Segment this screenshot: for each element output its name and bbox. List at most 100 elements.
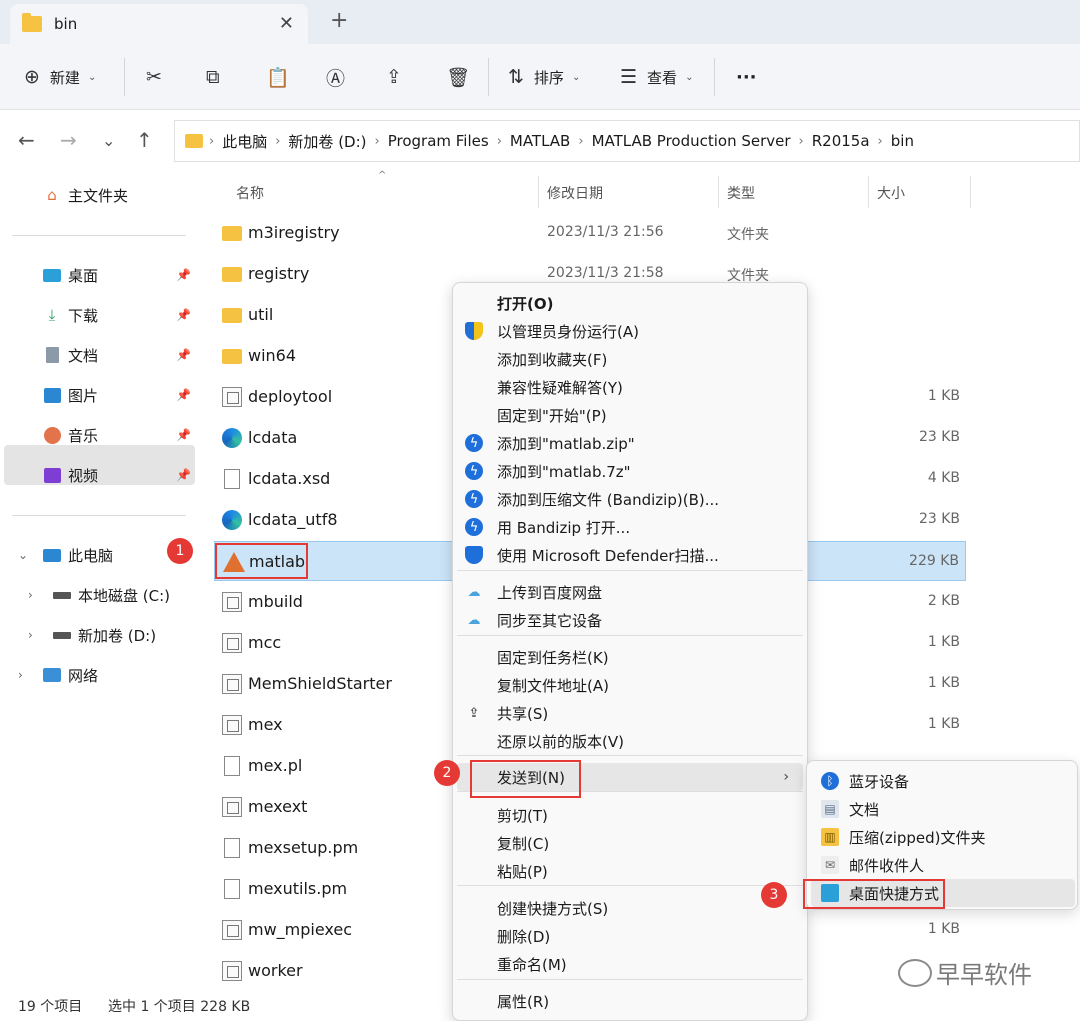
- new-label: 新建: [49, 68, 80, 87]
- tab-bin[interactable]: bin ✕: [10, 4, 308, 44]
- menu-item-label: 复制(C): [497, 834, 550, 853]
- view-button[interactable]: ☰ 查看 ⌄: [620, 60, 693, 94]
- breadcrumb-production-server[interactable]: MATLAB Production Server: [592, 132, 791, 150]
- menu-item[interactable]: ☁ 上传到百度网盘: [457, 578, 803, 606]
- folder-icon: [185, 134, 203, 148]
- address-bar[interactable]: › 此电脑 › 新加卷 (D:) › Program Files › MATLA…: [174, 120, 1080, 162]
- column-type[interactable]: 类型: [727, 183, 755, 203]
- sidebar-item-music[interactable]: 音乐: [42, 422, 98, 448]
- breadcrumb-drive-d[interactable]: 新加卷 (D:): [288, 131, 366, 152]
- script-icon: [222, 920, 242, 940]
- column-date[interactable]: 修改日期: [547, 183, 603, 203]
- sidebar-item-videos[interactable]: 视频: [42, 462, 98, 488]
- forward-button[interactable]: →: [60, 128, 77, 152]
- sidebar-item-desktop[interactable]: 桌面: [42, 262, 98, 288]
- file-name: registry: [248, 264, 310, 283]
- breadcrumb-bin[interactable]: bin: [891, 132, 914, 150]
- send-to-item[interactable]: ▤ 文档: [811, 795, 1075, 823]
- menu-item[interactable]: ϟ 添加到"matlab.zip": [457, 429, 803, 457]
- sidebar-item-network[interactable]: 网络: [42, 662, 98, 688]
- pin-icon[interactable]: 📌: [176, 308, 191, 322]
- column-size[interactable]: 大小: [877, 183, 905, 203]
- menu-item[interactable]: 还原以前的版本(V): [457, 727, 803, 755]
- breadcrumb-r2015a[interactable]: R2015a: [812, 132, 870, 150]
- menu-item[interactable]: ☁ 同步至其它设备: [457, 606, 803, 634]
- chevron-right-icon[interactable]: ›: [28, 628, 33, 642]
- pin-icon[interactable]: 📌: [176, 468, 191, 482]
- sidebar-item-this-pc[interactable]: 此电脑: [42, 542, 113, 568]
- menu-item[interactable]: 粘贴(P): [457, 857, 803, 885]
- script-icon: [222, 387, 242, 407]
- sidebar-item-drive-d[interactable]: 新加卷 (D:): [52, 622, 156, 648]
- menu-item[interactable]: 打开(O): [457, 289, 803, 317]
- menu-item[interactable]: 删除(D): [457, 922, 803, 950]
- menu-item[interactable]: 重命名(M): [457, 950, 803, 978]
- sort-button[interactable]: ⇅ 排序 ⌄: [508, 60, 580, 94]
- new-button[interactable]: ⊕ 新建 ⌄: [24, 60, 96, 94]
- scissors-icon: ✂: [146, 66, 162, 88]
- step-badge-3: 3: [761, 882, 787, 908]
- send-to-label: 蓝牙设备: [849, 772, 910, 791]
- sidebar-item-documents[interactable]: 文档: [42, 342, 98, 368]
- menu-item[interactable]: ϟ 用 Bandizip 打开...: [457, 513, 803, 541]
- file-row[interactable]: m3iregistry 2023/11/3 21:56 文件夹: [214, 213, 966, 253]
- menu-item[interactable]: 添加到收藏夹(F): [457, 345, 803, 373]
- column-name[interactable]: 名称: [236, 183, 264, 203]
- close-icon[interactable]: ✕: [279, 13, 294, 34]
- copy-button[interactable]: ⧉: [206, 60, 220, 94]
- pin-icon[interactable]: 📌: [176, 388, 191, 402]
- menu-item[interactable]: 复制(C): [457, 829, 803, 857]
- sidebar-item-home[interactable]: ⌂ 主文件夹: [42, 182, 128, 208]
- menu-item[interactable]: ϟ 添加到压缩文件 (Bandizip)(B)...: [457, 485, 803, 513]
- delete-button[interactable]: 🗑: [446, 60, 470, 94]
- pin-icon[interactable]: 📌: [176, 348, 191, 362]
- pin-icon[interactable]: 📌: [176, 428, 191, 442]
- chevron-right-icon[interactable]: ›: [28, 588, 33, 602]
- clipboard-icon: 📋: [266, 66, 290, 89]
- menu-item[interactable]: 复制文件地址(A): [457, 671, 803, 699]
- menu-item[interactable]: 使用 Microsoft Defender扫描...: [457, 541, 803, 569]
- cut-button[interactable]: ✂: [146, 60, 162, 94]
- new-tab-button[interactable]: +: [330, 8, 348, 33]
- up-button[interactable]: ↑: [136, 128, 153, 152]
- menu-item[interactable]: ⇪ 共享(S): [457, 699, 803, 727]
- network-icon: [42, 666, 62, 684]
- folder-icon: [222, 308, 242, 323]
- menu-item[interactable]: 属性(R): [457, 987, 803, 1015]
- chevron-down-icon[interactable]: ⌄: [18, 548, 28, 562]
- menu-item-label: 上传到百度网盘: [497, 583, 603, 602]
- breadcrumb-this-pc[interactable]: 此电脑: [222, 131, 267, 152]
- rename-button[interactable]: Ⓐ: [326, 60, 345, 94]
- folder-icon: [22, 13, 42, 32]
- recent-locations-button[interactable]: ⌄: [102, 131, 115, 150]
- share-button[interactable]: ⇪: [386, 60, 402, 94]
- menu-item-label: 同步至其它设备: [497, 611, 603, 630]
- menu-item-label: 固定到"开始"(P): [497, 406, 607, 425]
- breadcrumb-matlab[interactable]: MATLAB: [510, 132, 570, 150]
- menu-item[interactable]: 创建快捷方式(S): [457, 894, 803, 922]
- sidebar-item-pictures[interactable]: 图片: [42, 382, 98, 408]
- menu-item[interactable]: 固定到"开始"(P): [457, 401, 803, 429]
- pin-icon[interactable]: 📌: [176, 268, 191, 282]
- sidebar-item-label: 桌面: [68, 266, 99, 285]
- send-to-item[interactable]: ▥ 压缩(zipped)文件夹: [811, 823, 1075, 851]
- send-to-item[interactable]: ᛒ 蓝牙设备: [811, 767, 1075, 795]
- menu-item[interactable]: 剪切(T): [457, 801, 803, 829]
- more-button[interactable]: ···: [736, 60, 757, 94]
- menu-item[interactable]: 以管理员身份运行(A): [457, 317, 803, 345]
- paste-button[interactable]: 📋: [266, 60, 290, 94]
- sidebar-item-label: 图片: [68, 386, 99, 405]
- sidebar-item-downloads[interactable]: ⤓ 下载: [42, 302, 98, 328]
- menu-item[interactable]: 固定到任务栏(K): [457, 643, 803, 671]
- chevron-right-icon[interactable]: ›: [18, 668, 23, 682]
- list-view-icon: ☰: [620, 66, 638, 88]
- menu-item[interactable]: 兼容性疑难解答(Y): [457, 373, 803, 401]
- menu-item[interactable]: ϟ 添加到"matlab.7z": [457, 457, 803, 485]
- defender-icon: [465, 546, 483, 564]
- back-button[interactable]: ←: [18, 128, 35, 152]
- menu-item-label: 添加到"matlab.7z": [497, 462, 631, 481]
- sidebar-item-drive-c[interactable]: 本地磁盘 (C:): [52, 582, 170, 608]
- send-to-item[interactable]: ✉ 邮件收件人: [811, 851, 1075, 879]
- breadcrumb-program-files[interactable]: Program Files: [388, 132, 489, 150]
- file-icon: [224, 469, 240, 489]
